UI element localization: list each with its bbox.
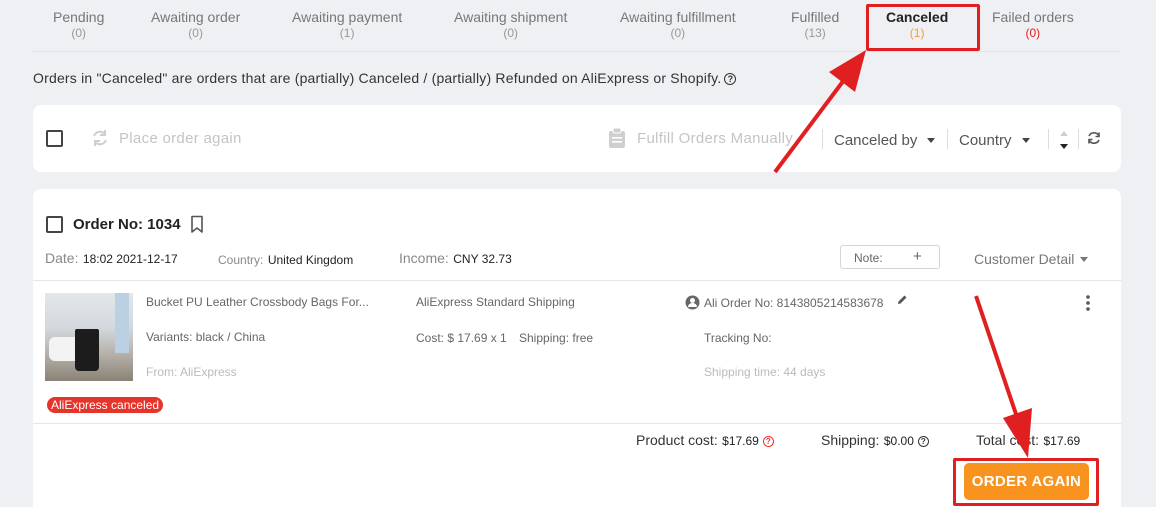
- user-icon: [685, 295, 700, 310]
- bulk-action-toolbar: Place order again Fulfill Orders Manuall…: [33, 105, 1121, 172]
- tab-count: (1): [339, 26, 355, 40]
- shipping-label: Shipping:: [821, 432, 880, 448]
- tracking-number: Tracking No:: [704, 331, 772, 345]
- country-dropdown[interactable]: Country: [959, 132, 1030, 149]
- total-cost: Total cost: $17.69: [976, 432, 1080, 450]
- order-date: Date: 18:02 2021-12-17: [45, 250, 178, 268]
- tab-count: (0): [670, 26, 686, 40]
- canceled-by-dropdown[interactable]: Canceled by: [834, 132, 936, 149]
- sort-icon[interactable]: [1058, 129, 1070, 151]
- fulfill-orders-manually-button[interactable]: Fulfill Orders Manually: [637, 130, 793, 147]
- tab-fulfilled[interactable]: Fulfilled (13): [791, 9, 839, 40]
- shipping-method[interactable]: AliExpress Standard Shipping: [416, 295, 575, 309]
- tab-pending[interactable]: Pending (0): [53, 9, 104, 40]
- note-label: Note:: [854, 251, 883, 265]
- more-options-icon[interactable]: [1083, 294, 1093, 312]
- order-country: Country: United Kingdom: [218, 251, 353, 269]
- date-value: 18:02 2021-12-17: [82, 252, 178, 266]
- ali-order-number: Ali Order No: 8143805214583678: [704, 296, 884, 310]
- select-all-checkbox[interactable]: [46, 130, 63, 147]
- divider: [947, 129, 948, 149]
- tab-count: (0): [188, 26, 203, 40]
- date-label: Date:: [45, 250, 79, 266]
- shipping-value: $0.00: [883, 434, 914, 448]
- edit-icon[interactable]: [896, 293, 909, 306]
- product-variants: Variants: black / China: [146, 330, 266, 344]
- place-order-again-button[interactable]: Place order again: [119, 130, 242, 147]
- tab-awaiting-payment[interactable]: Awaiting payment (1): [292, 9, 402, 40]
- bookmark-icon[interactable]: [190, 215, 204, 234]
- customer-detail-dropdown[interactable]: Customer Detail: [974, 251, 1089, 267]
- divider: [1078, 129, 1079, 149]
- order-number: Order No: 1034: [73, 216, 181, 233]
- note-field[interactable]: Note: +: [840, 245, 940, 269]
- tab-label: Pending: [53, 9, 105, 25]
- product-cost-label: Product cost:: [636, 432, 718, 448]
- canceled-notice: Orders in "Canceled" are orders that are…: [33, 70, 737, 86]
- country-label: Country: [959, 132, 1012, 149]
- highlight-canceled-tab: [866, 4, 980, 51]
- tab-count: (0): [503, 26, 519, 40]
- income-label: Income:: [399, 250, 449, 266]
- total-cost-value: $17.69: [1043, 434, 1081, 448]
- tab-awaiting-fulfillment[interactable]: Awaiting fulfillment (0): [620, 9, 736, 40]
- chevron-down-icon: [1021, 138, 1030, 143]
- divider: [33, 423, 1121, 424]
- product-cost: Cost: $ 17.69 x 1: [416, 331, 507, 345]
- shipping-time: Shipping time: 44 days: [704, 365, 826, 379]
- shipping-total: Shipping: $0.00?: [821, 432, 929, 450]
- product-shipping: Shipping: free: [519, 331, 594, 345]
- tab-count: (0): [71, 26, 87, 40]
- tab-label: Awaiting fulfillment: [620, 9, 736, 25]
- order-income: Income: CNY 32.73: [399, 250, 512, 268]
- product-source: From: AliExpress: [146, 365, 237, 379]
- help-icon[interactable]: ?: [724, 73, 737, 85]
- refresh-icon: [93, 130, 107, 146]
- highlight-order-again: [953, 458, 1099, 506]
- product-title[interactable]: Bucket PU Leather Crossbody Bags For...: [146, 295, 369, 309]
- income-value: CNY 32.73: [453, 252, 512, 266]
- reload-icon[interactable]: [1086, 130, 1102, 146]
- tab-label: Awaiting order: [151, 9, 241, 25]
- help-icon[interactable]: ?: [917, 436, 929, 447]
- product-image[interactable]: [45, 293, 133, 381]
- divider: [1048, 129, 1049, 149]
- help-icon[interactable]: ?: [762, 436, 774, 447]
- tab-label: Awaiting payment: [292, 9, 403, 25]
- tab-label: Awaiting shipment: [454, 9, 568, 25]
- clipboard-icon: [609, 127, 625, 148]
- canceled-by-label: Canceled by: [834, 132, 918, 149]
- tab-count: (13): [804, 26, 826, 40]
- country-label: Country:: [218, 253, 264, 267]
- order-checkbox[interactable]: [46, 216, 63, 233]
- tab-failed-orders[interactable]: Failed orders (0): [992, 9, 1074, 40]
- product-cost-total: Product cost: $17.69?: [636, 432, 774, 450]
- total-cost-label: Total cost:: [976, 432, 1040, 448]
- country-value: United Kingdom: [267, 253, 354, 267]
- add-note-icon: +: [913, 248, 922, 265]
- chevron-down-icon: [1080, 257, 1089, 262]
- divider: [822, 129, 823, 149]
- customer-detail-label: Customer Detail: [974, 251, 1075, 267]
- notice-text: Orders in "Canceled" are orders that are…: [33, 70, 722, 86]
- chevron-down-icon: [927, 138, 936, 143]
- tab-awaiting-order[interactable]: Awaiting order (0): [151, 9, 240, 40]
- product-cost-value: $17.69: [722, 434, 759, 448]
- tab-label: Failed orders: [992, 9, 1074, 25]
- tab-count: (0): [1025, 26, 1041, 40]
- divider: [33, 280, 1121, 281]
- tab-awaiting-shipment[interactable]: Awaiting shipment (0): [454, 9, 567, 40]
- tab-label: Fulfilled: [791, 9, 840, 25]
- status-badge: AliExpress canceled: [47, 397, 164, 413]
